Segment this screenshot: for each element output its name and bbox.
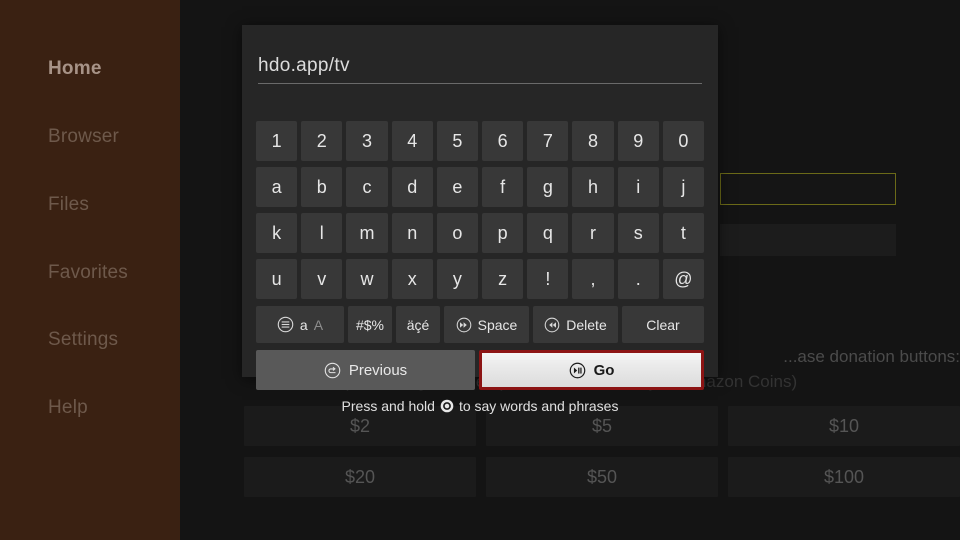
voice-hint: Press and hold to say words and phrases bbox=[242, 398, 718, 414]
key-at[interactable]: @ bbox=[662, 259, 705, 299]
key-t[interactable]: t bbox=[662, 213, 705, 253]
key-clear[interactable]: Clear bbox=[622, 306, 704, 343]
menu-circle-icon bbox=[277, 316, 294, 333]
key-b[interactable]: b bbox=[301, 167, 343, 207]
sidebar-item-files[interactable]: Files bbox=[48, 194, 89, 216]
key-m[interactable]: m bbox=[346, 213, 388, 253]
key-9[interactable]: 9 bbox=[617, 121, 659, 161]
back-circle-icon bbox=[324, 362, 341, 379]
key-toggle-case[interactable]: aA bbox=[256, 306, 344, 343]
play-pause-circle-icon bbox=[569, 362, 586, 379]
key-l[interactable]: l bbox=[301, 213, 343, 253]
key-k[interactable]: k bbox=[256, 213, 298, 253]
key-r[interactable]: r bbox=[572, 213, 614, 253]
keyboard-row-digits: 1 2 3 4 5 6 7 8 9 0 bbox=[256, 121, 705, 161]
key-2[interactable]: 2 bbox=[301, 121, 343, 161]
key-symbols[interactable]: #$% bbox=[348, 306, 392, 343]
key-d[interactable]: d bbox=[391, 167, 433, 207]
key-q[interactable]: q bbox=[527, 213, 569, 253]
key-p[interactable]: p bbox=[482, 213, 524, 253]
url-input-field[interactable]: hdo.app/tv bbox=[258, 55, 702, 84]
key-5[interactable]: 5 bbox=[436, 121, 479, 161]
key-case-upper-label: A bbox=[313, 316, 324, 333]
donation-button[interactable]: $50 bbox=[486, 457, 718, 497]
key-0[interactable]: 0 bbox=[662, 121, 705, 161]
sidebar-item-browser[interactable]: Browser bbox=[48, 126, 119, 148]
key-i[interactable]: i bbox=[617, 167, 659, 207]
key-case-lower-label: a bbox=[299, 316, 308, 333]
key-space-label: Space bbox=[477, 316, 518, 333]
key-v[interactable]: v bbox=[301, 259, 343, 299]
fast-forward-circle-icon bbox=[456, 317, 472, 333]
url-input-value: hdo.app/tv bbox=[258, 55, 350, 76]
previous-button-label: Previous bbox=[348, 361, 408, 379]
key-a[interactable]: a bbox=[256, 167, 298, 207]
keyboard-row-letters-2: k l m n o p q r s t bbox=[256, 213, 705, 253]
sidebar-item-help[interactable]: Help bbox=[48, 397, 88, 419]
sidebar-item-favorites[interactable]: Favorites bbox=[48, 262, 128, 284]
key-7[interactable]: 7 bbox=[527, 121, 569, 161]
key-8[interactable]: 8 bbox=[572, 121, 614, 161]
sidebar: Home Browser Files Favorites Settings He… bbox=[0, 0, 180, 540]
key-y[interactable]: y bbox=[436, 259, 479, 299]
key-period[interactable]: . bbox=[617, 259, 659, 299]
content-row[interactable] bbox=[720, 224, 896, 256]
rewind-circle-icon bbox=[544, 317, 560, 333]
donation-button[interactable]: $100 bbox=[728, 457, 960, 497]
keyboard-function-row: aA #$% äçé Space Delete Clear bbox=[256, 306, 704, 343]
voice-button-icon bbox=[440, 399, 454, 413]
key-x[interactable]: x bbox=[391, 259, 433, 299]
focused-content-box[interactable] bbox=[720, 173, 896, 205]
keyboard-row-letters-3: u v w x y z ! , . @ bbox=[256, 259, 705, 299]
voice-hint-suffix: to say words and phrases bbox=[458, 398, 619, 414]
key-u[interactable]: u bbox=[256, 259, 298, 299]
go-button-label: Go bbox=[593, 361, 615, 379]
donation-grid: $2 $5 $10 $20 $50 $100 bbox=[244, 406, 960, 497]
key-g[interactable]: g bbox=[527, 167, 569, 207]
key-comma[interactable]: , bbox=[572, 259, 614, 299]
key-o[interactable]: o bbox=[436, 213, 479, 253]
key-j[interactable]: j bbox=[662, 167, 705, 207]
key-exclamation[interactable]: ! bbox=[527, 259, 569, 299]
key-w[interactable]: w bbox=[346, 259, 388, 299]
sidebar-item-settings[interactable]: Settings bbox=[48, 329, 118, 351]
key-h[interactable]: h bbox=[572, 167, 614, 207]
keyboard-action-row: Previous Go bbox=[256, 350, 704, 390]
go-button[interactable]: Go bbox=[479, 350, 704, 390]
key-s[interactable]: s bbox=[617, 213, 659, 253]
key-c[interactable]: c bbox=[346, 167, 388, 207]
voice-hint-prefix: Press and hold bbox=[341, 398, 435, 414]
key-delete[interactable]: Delete bbox=[533, 306, 618, 343]
key-space[interactable]: Space bbox=[444, 306, 529, 343]
key-1[interactable]: 1 bbox=[256, 121, 298, 161]
keyboard-row-letters-1: a b c d e f g h i j bbox=[256, 167, 705, 207]
key-3[interactable]: 3 bbox=[346, 121, 388, 161]
key-delete-label: Delete bbox=[566, 316, 607, 333]
onscreen-keyboard-dialog: hdo.app/tv 1 2 3 4 5 6 7 8 9 0 a b c d e… bbox=[242, 25, 718, 390]
sidebar-item-home[interactable]: Home bbox=[48, 58, 102, 80]
key-accents[interactable]: äçé bbox=[396, 306, 440, 343]
key-6[interactable]: 6 bbox=[482, 121, 524, 161]
previous-button[interactable]: Previous bbox=[256, 350, 475, 390]
donation-button[interactable]: $10 bbox=[728, 406, 960, 446]
key-z[interactable]: z bbox=[482, 259, 524, 299]
key-f[interactable]: f bbox=[482, 167, 524, 207]
donation-button[interactable]: $20 bbox=[244, 457, 476, 497]
key-n[interactable]: n bbox=[391, 213, 433, 253]
key-e[interactable]: e bbox=[436, 167, 479, 207]
key-4[interactable]: 4 bbox=[391, 121, 433, 161]
